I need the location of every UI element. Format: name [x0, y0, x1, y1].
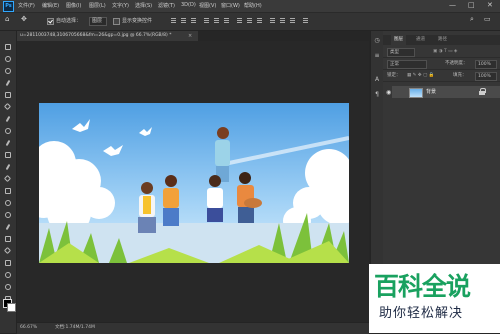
photoshop-logo: Ps — [3, 1, 14, 12]
fill-label: 填充： — [453, 73, 467, 78]
lock-icons[interactable]: ▦ ✎ ✥ ▢ 🔒 — [407, 71, 434, 81]
tab-channels[interactable]: 通道 — [413, 35, 428, 45]
home-icon[interactable]: ⌂ — [5, 15, 9, 23]
type-icon[interactable] — [4, 235, 12, 243]
lock-body — [479, 91, 485, 95]
auto-select-label: 自动选择： — [56, 18, 82, 24]
filter-icons[interactable]: ▣ ◑ T ▭ ◈ — [433, 47, 457, 57]
auto-select-dropdown[interactable]: 图层 — [89, 17, 107, 26]
hand-icon[interactable] — [4, 271, 12, 279]
opacity-field[interactable]: 100% — [475, 60, 497, 69]
stamp-icon[interactable] — [4, 151, 12, 159]
background-color-swatch[interactable] — [7, 303, 16, 312]
status-bar: 66.67% 文档:1.74M/1.74M — [17, 322, 369, 334]
character-icon[interactable]: A — [373, 76, 381, 84]
lock-label: 锁定： — [387, 73, 401, 78]
tab-paths[interactable]: 路径 — [435, 35, 450, 45]
show-transform-checkbox[interactable] — [113, 18, 120, 25]
tab-layers[interactable]: 图层 — [391, 35, 406, 45]
eraser-icon[interactable] — [4, 175, 12, 183]
close-icon[interactable]: ✕ — [487, 1, 493, 9]
show-transform-label: 显示变换控件 — [122, 18, 153, 24]
quick-select-icon[interactable] — [4, 79, 12, 87]
brush-icon[interactable] — [4, 139, 12, 147]
dodge-icon[interactable] — [4, 211, 12, 219]
tab-close-icon[interactable]: × — [188, 31, 192, 41]
marquee-icon[interactable] — [4, 55, 12, 63]
align-vcenter-icon[interactable] — [180, 17, 187, 24]
menu-image[interactable]: 图像(I) — [66, 2, 81, 9]
history-icon[interactable]: ◷ — [373, 37, 381, 45]
watermark-subtitle: 助你轻松解决 — [379, 306, 464, 321]
distribute-3-icon[interactable] — [256, 17, 263, 24]
align-right-icon[interactable] — [223, 17, 230, 24]
blur-icon[interactable] — [4, 199, 12, 207]
menu-edit[interactable]: 编辑(E) — [42, 2, 59, 9]
eyedropper-icon[interactable] — [4, 115, 12, 123]
menu-select[interactable]: 选择(S) — [135, 2, 152, 9]
menu-help[interactable]: 帮助(H) — [244, 2, 262, 9]
align-hcenter-icon[interactable] — [213, 17, 220, 24]
fill-field[interactable]: 100% — [475, 72, 497, 81]
document-image[interactable] — [39, 103, 349, 263]
blend-row: 正常 不透明度： 100% — [383, 59, 500, 70]
move-icon[interactable] — [4, 43, 12, 51]
crop-icon[interactable] — [4, 91, 12, 99]
document-info[interactable]: 文档:1.74M/1.74M — [55, 323, 95, 333]
gradient-icon[interactable] — [4, 187, 12, 195]
more-icon[interactable] — [302, 17, 309, 24]
tool-bar — [0, 31, 17, 333]
distribute-icon[interactable] — [236, 17, 243, 24]
blend-mode-dropdown[interactable]: 正常 — [387, 60, 427, 69]
lasso-icon[interactable] — [4, 67, 12, 75]
move-tool-icon[interactable]: ✥ — [21, 15, 27, 23]
menu-view[interactable]: 视图(V) — [199, 2, 216, 9]
zoom-level[interactable]: 66.67% — [20, 323, 37, 333]
kind-filter-dropdown[interactable]: 类型 — [387, 48, 415, 57]
document-tab[interactable]: u=2811003748,3106705668&fm=26&gp=0.jpg @… — [17, 31, 198, 41]
distribute-4-icon[interactable] — [269, 17, 276, 24]
align-left-icon[interactable] — [203, 17, 210, 24]
panel-tabs: 图层 通道 路径 — [383, 35, 500, 45]
distribute-5-icon[interactable] — [279, 17, 286, 24]
history-brush-icon[interactable] — [4, 163, 12, 171]
menu-bar: Ps 文件(F) 编辑(E) 图像(I) 图层(L) 文字(Y) 选择(S) 滤… — [0, 0, 500, 13]
rectangle-icon[interactable] — [4, 259, 12, 267]
menu-filter[interactable]: 滤镜(T) — [158, 2, 175, 9]
maximize-icon[interactable]: □ — [468, 1, 475, 9]
menu-3d[interactable]: 3D(D) — [181, 2, 196, 8]
distribute-2-icon[interactable] — [246, 17, 253, 24]
zoom-icon[interactable] — [4, 283, 12, 291]
workspace-icon[interactable]: ▭ — [484, 15, 491, 23]
lock-row: 锁定： ▦ ✎ ✥ ▢ 🔒 填充： 100% — [383, 71, 500, 82]
healing-icon[interactable] — [4, 127, 12, 135]
menu-type[interactable]: 文字(Y) — [112, 2, 129, 9]
watermark-title: 百科全说 — [374, 272, 471, 301]
align-top-icon[interactable] — [170, 17, 177, 24]
minimize-icon[interactable]: — — [449, 1, 456, 9]
illustration — [39, 103, 349, 263]
auto-select-checkbox[interactable] — [47, 18, 54, 25]
frame-icon[interactable] — [4, 103, 12, 111]
path-select-icon[interactable] — [4, 247, 12, 255]
menu-layer[interactable]: 图层(L) — [89, 2, 106, 9]
paragraph-icon[interactable]: ¶ — [373, 91, 381, 99]
layer-name[interactable]: 背景 — [426, 88, 436, 96]
align-bottom-icon[interactable] — [190, 17, 197, 24]
properties-icon[interactable]: ≡ — [373, 52, 381, 60]
opacity-label: 不透明度： — [445, 61, 468, 66]
menu-file[interactable]: 文件(F) — [18, 2, 35, 9]
eye-icon[interactable]: ◉ — [386, 89, 391, 96]
layer-thumbnail — [409, 88, 423, 98]
distribute-6-icon[interactable] — [289, 17, 296, 24]
search-icon[interactable]: ⌕ — [470, 15, 474, 24]
layer-filter-row: 类型 ▣ ◑ T ▭ ◈ — [383, 47, 500, 58]
menu-window[interactable]: 窗口(W) — [221, 2, 240, 9]
options-bar: ⌂ ✥ 自动选择： 图层 显示变换控件 ⌕ ▭ — [0, 13, 500, 31]
pen-icon[interactable] — [4, 223, 12, 231]
